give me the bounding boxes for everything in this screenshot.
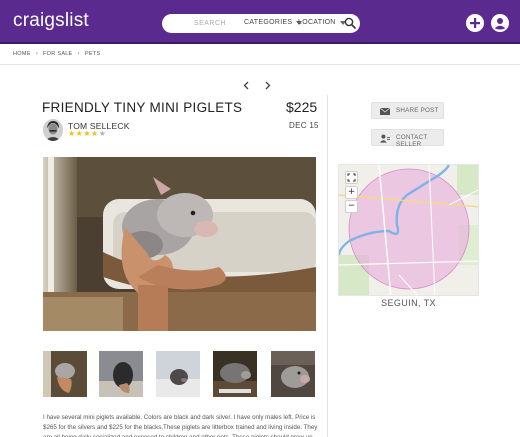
contact-seller-label: CONTACT SELLER: [396, 134, 428, 148]
map-location-label: SEGUIN, TX: [381, 298, 436, 308]
listing-description: I have several mini piglets available. C…: [43, 414, 318, 437]
previous-listing-button[interactable]: [242, 77, 251, 90]
piglet-photo-image: [43, 157, 316, 331]
breadcrumb-pets[interactable]: PETS: [85, 51, 101, 57]
contact-seller-button[interactable]: CONTACT SELLER: [371, 129, 444, 148]
star-filled-icon: ★: [68, 129, 76, 138]
location-label: LOCATION: [298, 19, 336, 26]
breadcrumb: HOME › FOR SALE › PETS: [13, 51, 101, 57]
chevron-right-icon: [265, 81, 271, 90]
listing-price: $225: [286, 99, 318, 115]
location-map[interactable]: + −: [338, 164, 479, 296]
star-filled-icon: ★: [91, 129, 99, 138]
map-zoom-in-button[interactable]: +: [345, 186, 358, 199]
create-post-button[interactable]: [466, 14, 484, 32]
thumbnail-image: [156, 351, 200, 397]
map-image: [339, 165, 478, 295]
breadcrumb-home[interactable]: HOME: [13, 51, 31, 57]
site-logo[interactable]: craigslist: [13, 10, 89, 32]
thumbnail-image: [213, 351, 257, 397]
minus-icon: −: [347, 201, 356, 211]
envelope-icon: [380, 107, 390, 115]
fullscreen-icon: [347, 173, 356, 182]
chevron-right-icon: ›: [35, 51, 39, 57]
chevron-left-icon: [243, 81, 249, 90]
listing-pager: [242, 77, 272, 90]
user-icon: [494, 18, 506, 30]
seller-rating: ★★★★★: [68, 130, 106, 138]
plus-icon: +: [347, 187, 356, 197]
categories-dropdown[interactable]: CATEGORIES: [244, 19, 303, 26]
thumbnail-image: [271, 351, 315, 397]
next-listing-button[interactable]: [263, 77, 272, 90]
seller-avatar[interactable]: [43, 119, 63, 141]
breadcrumb-divider: [0, 64, 520, 65]
listing-date: DEC 15: [289, 121, 319, 130]
star-empty-icon: ★: [98, 129, 107, 138]
main-listing-photo[interactable]: [43, 157, 316, 331]
account-button[interactable]: [491, 14, 509, 32]
avatar-portrait-image: [43, 119, 63, 141]
categories-label: CATEGORIES: [244, 19, 293, 26]
map-zoom-out-button[interactable]: −: [345, 200, 358, 213]
thumbnail-5[interactable]: [271, 351, 315, 397]
thumbnail-image: [43, 351, 87, 397]
plus-icon: [470, 18, 480, 28]
location-dropdown[interactable]: LOCATION: [298, 19, 346, 26]
thumbnail-3[interactable]: [156, 351, 200, 397]
thumbnail-2[interactable]: [99, 351, 143, 397]
thumbnail-4[interactable]: [213, 351, 257, 397]
top-header: craigslist CATEGORIES LOCATION: [0, 0, 520, 44]
search-input[interactable]: [180, 17, 240, 30]
contact-person-icon: [380, 134, 390, 143]
chevron-right-icon: ›: [77, 51, 80, 57]
column-divider: [327, 95, 328, 437]
share-post-button[interactable]: SHARE POST: [371, 102, 444, 119]
search-icon[interactable]: [344, 17, 356, 29]
breadcrumb-for-sale[interactable]: FOR SALE: [43, 51, 73, 57]
thumbnail-1[interactable]: [43, 351, 87, 397]
listing-title: FRIENDLY TINY MINI PIGLETS: [42, 100, 243, 115]
map-fullscreen-button[interactable]: [345, 171, 358, 184]
star-filled-icon: ★: [83, 129, 92, 138]
thumbnail-image: [99, 351, 143, 397]
share-post-label: SHARE POST: [396, 107, 439, 114]
search-bar: CATEGORIES LOCATION: [162, 14, 360, 33]
